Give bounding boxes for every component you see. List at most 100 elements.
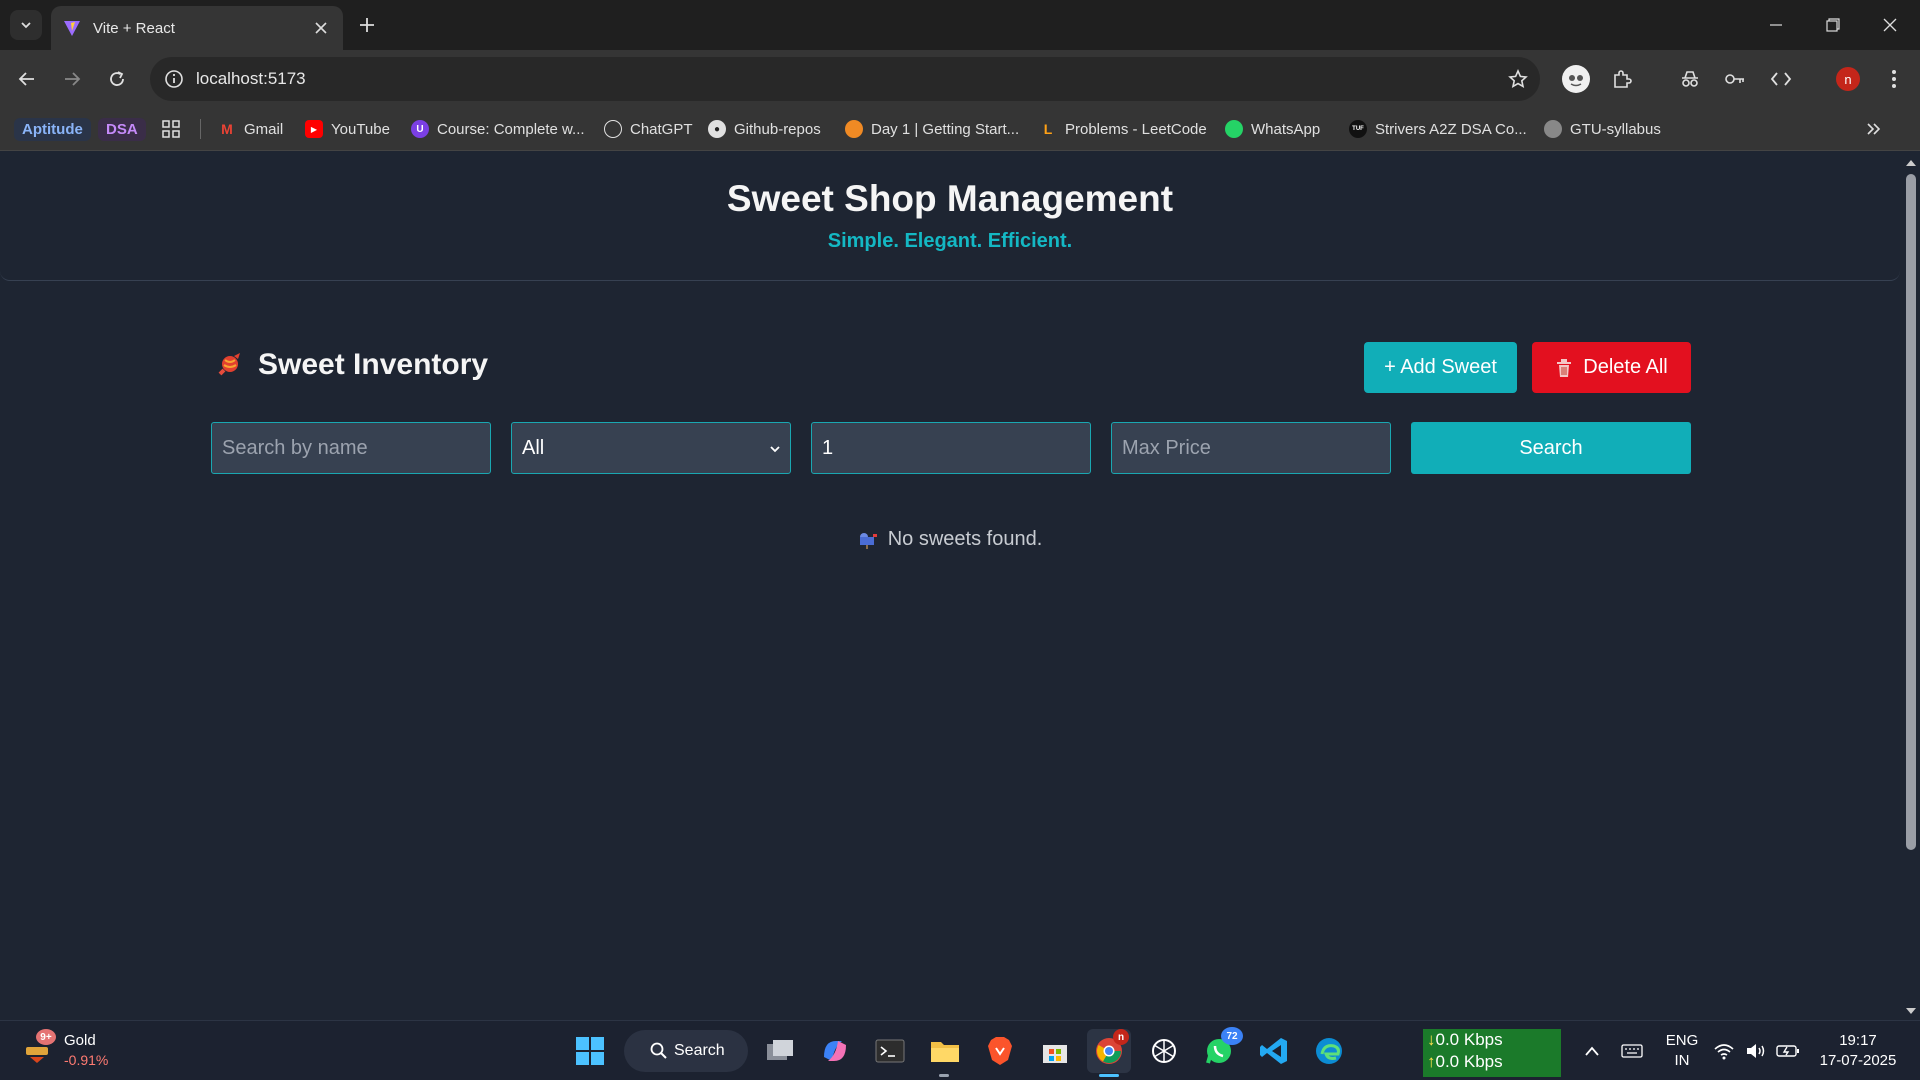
vscode-icon[interactable] [1252, 1029, 1296, 1073]
incognito-icon[interactable] [1674, 63, 1706, 95]
tab-search-button[interactable] [10, 10, 42, 40]
add-sweet-button[interactable]: + Add Sweet [1364, 342, 1517, 393]
scroll-down-icon [1906, 1008, 1916, 1014]
bookmark-gtu[interactable]: GTU-syllabus [1544, 115, 1661, 143]
windows-taskbar: 9+ Gold -0.91% Search n 72 ↓0.0 Kbps ↑0.… [0, 1020, 1920, 1080]
page-subtitle: Simple. Elegant. Efficient. [827, 230, 1073, 252]
start-button[interactable] [568, 1029, 612, 1073]
bookmark-course[interactable]: U Course: Complete w... [411, 115, 585, 143]
widget-change: -0.91% [64, 1052, 109, 1068]
min-price-input[interactable]: 1 [811, 422, 1091, 474]
bookmark-day1[interactable]: Day 1 | Getting Start... [845, 115, 1019, 143]
scrollbar-thumb[interactable] [1906, 174, 1916, 850]
back-button[interactable] [11, 63, 43, 95]
page-scrollbar[interactable] [1902, 152, 1920, 1020]
search-name-input[interactable]: Search by name [211, 422, 491, 474]
close-tab-icon[interactable] [307, 14, 335, 42]
max-price-input[interactable]: Max Price [1111, 422, 1391, 474]
brave-icon[interactable] [978, 1029, 1022, 1073]
reload-button[interactable] [101, 63, 133, 95]
chrome-profile-badge: n [1113, 1029, 1129, 1045]
mailbox-icon [859, 532, 877, 549]
weather-widget[interactable]: 9+ Gold -0.91% [22, 1029, 142, 1073]
search-button[interactable]: Search [1411, 422, 1691, 474]
bookmark-whatsapp[interactable]: WhatsApp [1225, 115, 1320, 143]
minimize-button[interactable] [1748, 0, 1804, 50]
profile-initial: n [1836, 67, 1860, 91]
minimize-icon [1770, 24, 1782, 26]
browser-toolbar: localhost:5173 n [0, 50, 1920, 107]
globe-icon [1544, 120, 1562, 138]
clock-date: 17-07-2025 [1819, 1052, 1897, 1069]
site-info-icon[interactable] [164, 69, 184, 89]
page-content: Sweet Shop Management Simple. Elegant. E… [0, 152, 1902, 1020]
scroll-up-icon [1906, 160, 1916, 166]
browser-menu-icon[interactable] [1878, 63, 1910, 95]
bookmark-github[interactable]: ● Github-repos [708, 115, 821, 143]
bookmark-label: ChatGPT [630, 120, 693, 138]
app-header: Sweet Shop Management Simple. Elegant. E… [0, 152, 1900, 281]
clock-time: 19:17 [1839, 1032, 1877, 1049]
wifi-icon[interactable] [1706, 1029, 1742, 1073]
close-window-button[interactable] [1862, 0, 1918, 50]
bookmark-dsa[interactable]: DSA [98, 115, 146, 143]
empty-state: No sweets found. [0, 528, 1900, 551]
bookmark-label: Day 1 | Getting Start... [871, 120, 1020, 138]
category-select[interactable]: All [511, 422, 791, 474]
keyboard-icon[interactable] [1610, 1029, 1654, 1073]
task-view-icon[interactable] [758, 1029, 802, 1073]
bookmark-star-icon[interactable] [1508, 69, 1528, 89]
network-speed-widget: ↓0.0 Kbps ↑0.0 Kbps [1423, 1029, 1561, 1077]
tab-strip: Vite + React [0, 0, 1920, 50]
bookmark-label: Aptitude [14, 117, 91, 141]
terminal-icon[interactable] [868, 1029, 912, 1073]
page-title: Sweet Shop Management [726, 178, 1174, 219]
close-icon [1883, 18, 1897, 32]
password-key-icon[interactable] [1719, 63, 1751, 95]
empty-message: No sweets found. [887, 528, 1043, 550]
copilot-icon[interactable] [813, 1029, 857, 1073]
whatsapp-app-icon[interactable]: 72 [1197, 1027, 1243, 1073]
bookmark-strivers[interactable]: TUF Strivers A2Z DSA Co... [1349, 115, 1527, 143]
forward-button[interactable] [56, 63, 88, 95]
bookmark-gmail[interactable]: M Gmail [218, 115, 283, 143]
bookmark-youtube[interactable]: ▶ YouTube [305, 115, 390, 143]
file-explorer-icon[interactable] [923, 1029, 967, 1073]
chrome-taskbar-icon[interactable]: n [1087, 1029, 1131, 1073]
edge-icon[interactable] [1307, 1029, 1351, 1073]
chatgpt-app-icon[interactable] [1142, 1029, 1186, 1073]
delete-all-button[interactable]: Delete All [1532, 342, 1691, 393]
bookmark-label: WhatsApp [1251, 120, 1321, 138]
widget-title: Gold [64, 1032, 96, 1049]
clock[interactable]: 19:17 17-07-2025 [1808, 1031, 1908, 1071]
profile-avatar[interactable]: n [1832, 63, 1864, 95]
candy-icon [218, 353, 240, 376]
reload-icon [110, 71, 124, 86]
code-icon[interactable] [1765, 63, 1797, 95]
store-icon[interactable] [1033, 1029, 1077, 1073]
extensions-puzzle-icon[interactable] [1606, 63, 1638, 95]
trash-icon [1557, 358, 1572, 377]
tray-overflow-icon[interactable] [1570, 1029, 1614, 1073]
more-bookmarks-icon[interactable] [1866, 115, 1882, 143]
bookmark-leetcode[interactable]: L Problems - LeetCode [1039, 115, 1207, 143]
battery-icon[interactable] [1770, 1029, 1806, 1073]
language-indicator[interactable]: ENG IN [1664, 1031, 1700, 1071]
apps-grid-icon[interactable] [162, 115, 180, 143]
taskbar-search[interactable]: Search [624, 1030, 748, 1072]
active-tab[interactable]: Vite + React [51, 6, 343, 50]
net-down: 0.0 Kbps [1435, 1030, 1503, 1049]
extension-avatar-icon[interactable] [1560, 63, 1592, 95]
new-tab-button[interactable] [352, 10, 382, 40]
bookmark-aptitude[interactable]: Aptitude [14, 115, 91, 143]
address-bar[interactable]: localhost:5173 [150, 57, 1540, 101]
lang-bottom: IN [1674, 1052, 1690, 1069]
inventory-heading: Sweet Inventory [214, 348, 488, 382]
bookmark-chatgpt[interactable]: ChatGPT [604, 115, 693, 143]
bookmark-label: DSA [98, 117, 146, 141]
bookmark-label: YouTube [331, 120, 390, 138]
volume-icon[interactable] [1738, 1029, 1774, 1073]
bookmark-label: Github-repos [734, 120, 821, 138]
restore-button[interactable] [1805, 0, 1861, 50]
github-icon: ● [708, 120, 726, 138]
